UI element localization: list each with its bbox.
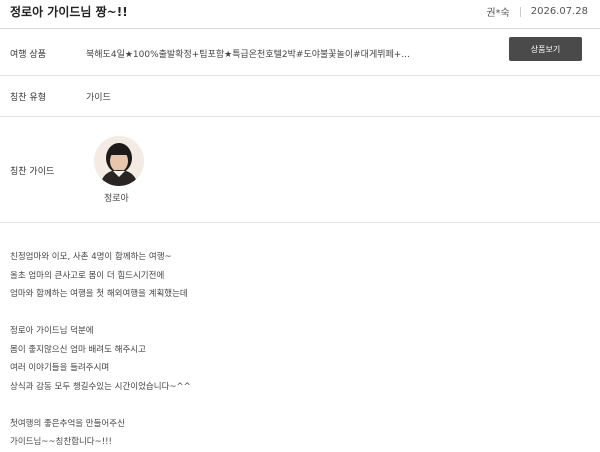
guide-label: 칭찬 가이드 bbox=[10, 167, 55, 177]
meta-divider bbox=[519, 6, 521, 17]
review-line: 정로아 가이드님 덕분에 bbox=[10, 326, 94, 336]
product-label: 여행 상품 bbox=[10, 50, 46, 60]
product-name[interactable]: 북해도4일★100%출발확정+팁포함★특급온천호텔2박#도야불꽃놀이#대게뷔페+… bbox=[86, 47, 410, 60]
review-line: 첫여행의 좋은추억을 만들어주신 bbox=[10, 418, 125, 429]
praise-type-row: 칭찬 유형 가이드 bbox=[0, 76, 600, 117]
review-date: 2026.07.28 bbox=[530, 6, 588, 17]
guide-name: 정로아 bbox=[104, 194, 129, 204]
praise-type-label: 칭찬 유형 bbox=[10, 93, 46, 103]
praise-type-value: 가이드 bbox=[86, 93, 111, 103]
review-line: 올초 엄마의 큰사고로 몸이 더 힘드시기전에 bbox=[10, 270, 165, 281]
review-line: 몸이 좋지않으신 엄마 배려도 해주시고 bbox=[10, 344, 146, 355]
review-line: 엄마와 함께하는 여행을 첫 해외여행을 계획했는데 bbox=[10, 289, 188, 299]
review-title: 정로아 가이드님 짱~!! bbox=[10, 5, 128, 19]
author-name: 권*숙 bbox=[486, 8, 510, 19]
review-line: 여러 이야기들을 들려주시며 bbox=[10, 363, 110, 373]
review-line: 가이드님~~칭찬합니다~!!! bbox=[10, 437, 112, 447]
view-product-button[interactable]: 상품보기 bbox=[509, 37, 582, 61]
review-line-gap bbox=[10, 304, 570, 323]
guide-row: 칭찬 가이드 bbox=[0, 117, 600, 223]
guide-photo-icon bbox=[94, 136, 144, 186]
review-line-gap bbox=[10, 396, 570, 415]
review-meta: 권*숙 2026.07.28 bbox=[486, 4, 588, 19]
guide-avatar bbox=[94, 136, 144, 186]
review-line: 상식과 감동 모두 챙길수있는 시간이었습니다~^^ bbox=[10, 381, 191, 392]
review-line: 친정엄마와 이모, 사촌 4명이 함께하는 여행~ bbox=[10, 252, 172, 262]
product-row: 여행 상품 북해도4일★100%출발확정+팁포함★특급온천호텔2박#도야불꽃놀이… bbox=[0, 29, 600, 76]
review-body: 친정엄마와 이모, 사촌 4명이 함께하는 여행~ 올초 엄마의 큰사고로 몸이… bbox=[10, 248, 570, 452]
review-header: 정로아 가이드님 짱~!! 권*숙 2026.07.28 bbox=[0, 0, 600, 29]
